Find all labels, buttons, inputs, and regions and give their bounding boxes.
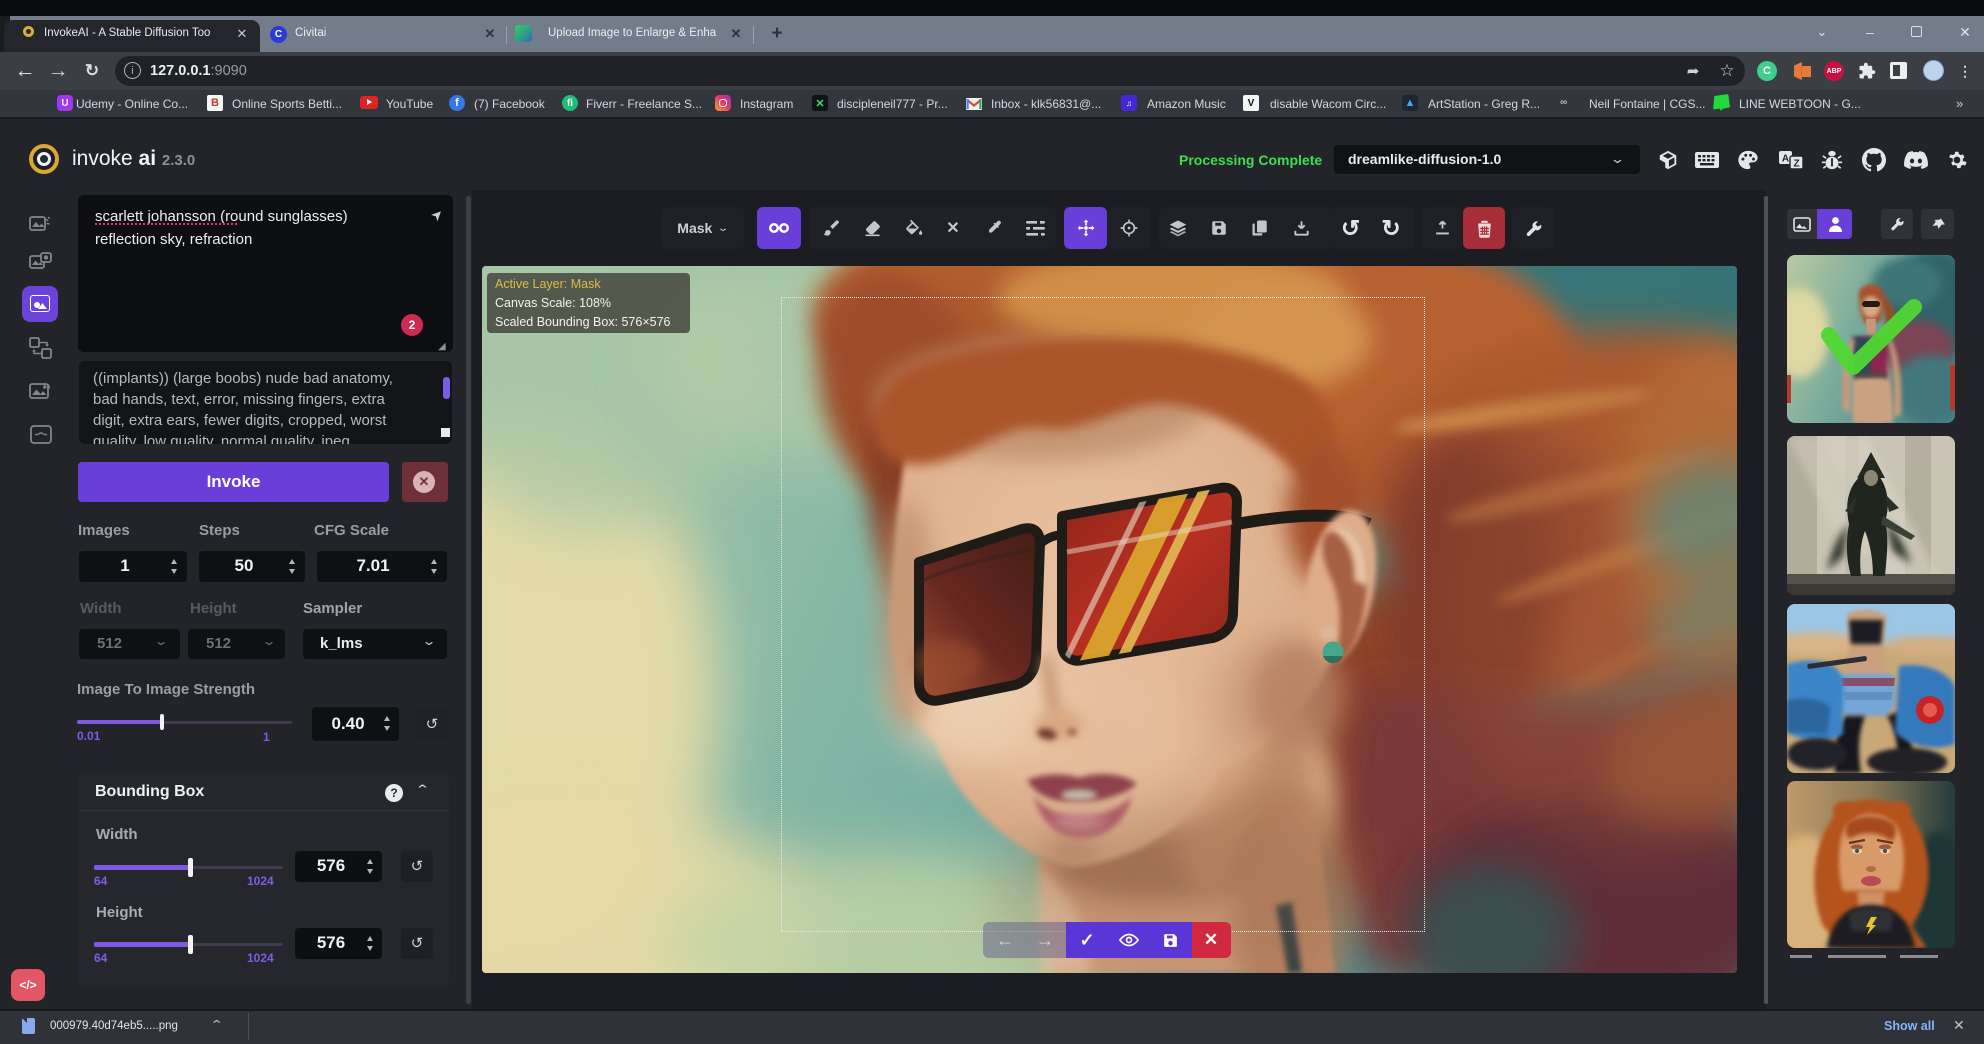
svg-text:A: A	[1782, 154, 1789, 165]
svg-text:Z: Z	[1793, 159, 1799, 170]
